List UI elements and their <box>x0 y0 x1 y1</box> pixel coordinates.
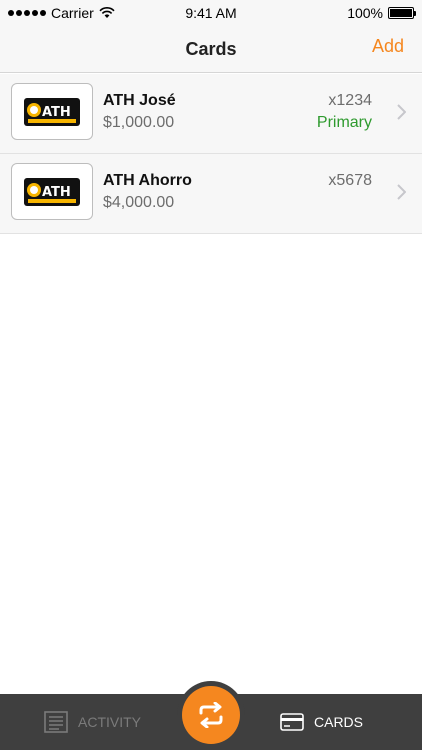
transfer-arrows-icon <box>199 702 223 728</box>
wifi-icon <box>99 7 115 18</box>
page-title: Cards <box>185 38 237 59</box>
battery-percentage: 100% <box>347 5 383 21</box>
card-balance: $4,000.00 <box>103 194 175 211</box>
ath-logo-icon: ATH <box>24 97 80 126</box>
battery-icon <box>388 7 416 19</box>
card-name: ATH Ahorro <box>103 172 192 189</box>
tab-cards[interactable]: CARDS <box>280 694 363 750</box>
chevron-right-icon <box>397 184 406 200</box>
status-right: 100% <box>347 5 416 21</box>
status-left: Carrier <box>8 5 115 21</box>
navigation-bar: Cards Add <box>0 26 422 73</box>
svg-text:ATH: ATH <box>42 185 71 200</box>
ath-logo-icon: ATH <box>24 177 80 206</box>
svg-text:ATH: ATH <box>42 105 71 120</box>
tab-activity-label: ACTIVITY <box>78 714 142 730</box>
signal-strength-icon <box>8 10 46 16</box>
card-thumbnail: ATH <box>11 83 93 140</box>
card-number: x1234 <box>328 92 372 109</box>
card-name: ATH José <box>103 92 176 109</box>
card-thumbnail: ATH <box>11 163 93 220</box>
card-row[interactable]: ATH ATH José $1,000.00 x1234 Primary <box>0 74 422 154</box>
tab-cards-label: CARDS <box>314 714 364 730</box>
transfer-button[interactable] <box>182 686 240 744</box>
chevron-right-icon <box>397 104 406 120</box>
tab-activity[interactable]: ACTIVITY <box>44 694 141 750</box>
card-list: ATH ATH José $1,000.00 x1234 Primary ATH… <box>0 74 422 234</box>
carrier-label: Carrier <box>51 5 94 21</box>
primary-tag: Primary <box>316 114 372 131</box>
activity-list-icon <box>44 711 68 733</box>
add-card-button[interactable]: Add <box>372 36 404 57</box>
status-bar: Carrier 9:41 AM 100% <box>0 0 422 26</box>
credit-card-icon <box>280 713 304 731</box>
card-row[interactable]: ATH ATH Ahorro $4,000.00 x5678 <box>0 154 422 234</box>
card-balance: $1,000.00 <box>103 114 175 131</box>
card-number: x5678 <box>328 172 372 189</box>
